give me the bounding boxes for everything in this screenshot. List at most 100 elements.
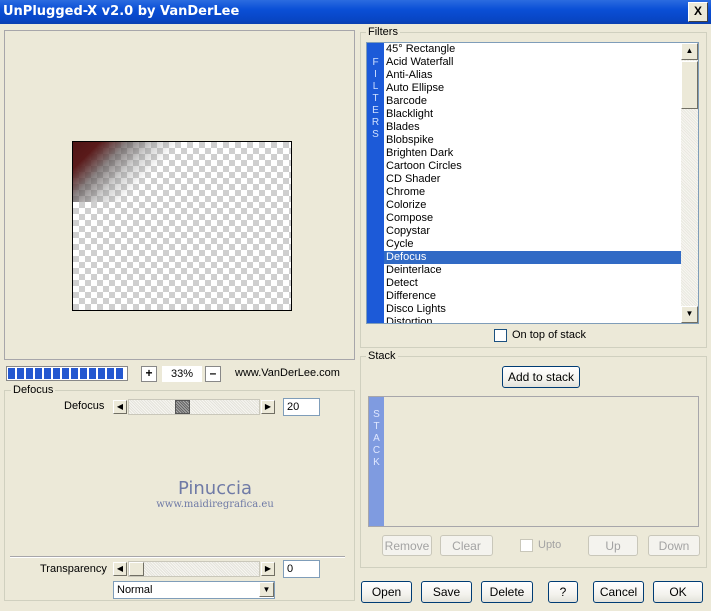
defocus-value-input[interactable]: 20 — [283, 398, 320, 416]
filters-listbox[interactable]: FILTERS 45° Rectangle Acid Waterfall Anti-… — [366, 42, 699, 324]
transparency-value-input[interactable]: 0 — [283, 560, 320, 578]
defocus-slider[interactable] — [128, 399, 260, 415]
filter-item[interactable]: Compose — [384, 212, 681, 225]
filter-item[interactable]: Distortion — [384, 316, 681, 323]
progress-segment — [62, 368, 69, 379]
filters-items: 45° Rectangle Acid Waterfall Anti-Alias Aut… — [384, 43, 681, 323]
defocus-param-label: Defocus — [64, 400, 105, 412]
progress-segment — [71, 368, 78, 379]
filter-item[interactable]: Difference — [384, 290, 681, 303]
filters-strip-letter: I — [374, 69, 377, 80]
filter-item[interactable]: Blobspike — [384, 134, 681, 147]
arrow-down-icon: ▼ — [685, 309, 694, 318]
up-button[interactable]: Up — [588, 535, 638, 556]
filter-item[interactable]: Defocus — [384, 251, 681, 264]
add-to-stack-button[interactable]: Add to stack — [502, 366, 580, 388]
filters-strip: FILTERS — [367, 43, 384, 323]
progress-segment — [98, 368, 105, 379]
stack-strip: STACK — [369, 397, 384, 526]
transparency-slider[interactable] — [128, 561, 260, 577]
filters-strip-letter: R — [371, 117, 380, 128]
filter-item[interactable]: Anti-Alias — [384, 69, 681, 82]
filter-item[interactable]: Deinterlace — [384, 264, 681, 277]
filter-item[interactable]: Brighten Dark — [384, 147, 681, 160]
progress-segment — [44, 368, 51, 379]
remove-button[interactable]: Remove — [382, 535, 432, 556]
title-bar: UnPlugged-X v2.0 by VanDerLee — [0, 0, 711, 24]
progress-segment — [80, 368, 87, 379]
filters-strip-letter: F — [372, 57, 379, 68]
defocus-slider-left[interactable]: ◀ — [113, 400, 127, 414]
filter-item[interactable]: Cycle — [384, 238, 681, 251]
ok-button[interactable]: OK — [653, 581, 703, 603]
filter-item[interactable]: Detect — [384, 277, 681, 290]
defocus-slider-thumb[interactable] — [175, 400, 190, 414]
progress-bar — [6, 366, 128, 381]
zoom-out-button[interactable]: – — [205, 366, 221, 382]
arrow-left-icon: ◀ — [116, 564, 124, 573]
save-button[interactable]: Save — [421, 581, 472, 603]
zoom-in-button[interactable]: + — [141, 366, 157, 382]
transparency-slider-left[interactable]: ◀ — [113, 562, 127, 576]
cancel-button[interactable]: Cancel — [593, 581, 644, 603]
open-button[interactable]: Open — [361, 581, 412, 603]
close-button[interactable]: X — [688, 2, 708, 22]
effect-group-label: Defocus — [11, 384, 56, 396]
progress-segment — [35, 368, 42, 379]
preview-image[interactable] — [72, 141, 292, 311]
filter-item[interactable]: Cartoon Circles — [384, 160, 681, 173]
upto-checkbox[interactable] — [520, 539, 533, 552]
filter-item[interactable]: CD Shader — [384, 173, 681, 186]
filter-item[interactable]: Colorize — [384, 199, 681, 212]
scroll-thumb[interactable] — [681, 61, 698, 109]
progress-segment — [8, 368, 15, 379]
stack-strip-letter: S — [373, 409, 380, 420]
filter-item[interactable]: 45° Rectangle — [384, 43, 681, 56]
filter-item[interactable]: Auto Ellipse — [384, 82, 681, 95]
arrow-up-icon: ▲ — [685, 46, 694, 55]
defocus-slider-right[interactable]: ▶ — [261, 400, 275, 414]
filters-group-label: Filters — [366, 26, 400, 38]
filter-item[interactable]: Blades — [384, 121, 681, 134]
stack-strip-letter: C — [372, 445, 381, 456]
close-icon: X — [693, 4, 702, 18]
arrow-right-icon: ▶ — [264, 402, 272, 411]
scroll-up-button[interactable]: ▲ — [681, 43, 698, 60]
blend-mode-value: Normal — [117, 584, 153, 596]
transparency-slider-right[interactable]: ▶ — [261, 562, 275, 576]
watermark-logo: Pinuccia — [177, 478, 253, 499]
arrow-left-icon: ◀ — [116, 402, 124, 411]
website-link[interactable]: www.VanDerLee.com — [235, 367, 340, 379]
filters-scrollbar[interactable]: ▲ ▼ — [681, 43, 698, 323]
filter-item[interactable]: Acid Waterfall — [384, 56, 681, 69]
stack-listbox[interactable]: STACK — [368, 396, 699, 527]
zoom-value: 33% — [162, 366, 202, 382]
filters-strip-letter: E — [372, 105, 379, 116]
progress-segment — [26, 368, 33, 379]
down-button[interactable]: Down — [648, 535, 700, 556]
stack-group-label: Stack — [366, 350, 398, 362]
blend-mode-select[interactable]: Normal — [113, 581, 275, 599]
stack-strip-letter: K — [373, 457, 380, 468]
on-top-checkbox[interactable] — [494, 329, 507, 342]
filter-item[interactable]: Blacklight — [384, 108, 681, 121]
scroll-down-button[interactable]: ▼ — [681, 306, 698, 323]
filter-item[interactable]: Chrome — [384, 186, 681, 199]
filter-item[interactable]: Barcode — [384, 95, 681, 108]
transparency-label: Transparency — [40, 563, 107, 575]
progress-segment — [89, 368, 96, 379]
filter-item[interactable]: Copystar — [384, 225, 681, 238]
clear-button[interactable]: Clear — [440, 535, 493, 556]
blend-mode-dropdown-button[interactable]: ▼ — [259, 582, 274, 597]
filters-strip-letter: L — [372, 81, 379, 92]
delete-button[interactable]: Delete — [481, 581, 533, 603]
progress-segment — [116, 368, 123, 379]
transparency-slider-thumb[interactable] — [129, 562, 144, 576]
upto-label: Upto — [538, 539, 562, 551]
preview-content — [73, 142, 183, 202]
help-button[interactable]: ? — [548, 581, 578, 603]
on-top-label: On top of stack — [512, 329, 586, 341]
filters-strip-letter: T — [372, 93, 379, 104]
filter-item[interactable]: Disco Lights — [384, 303, 681, 316]
stack-strip-letter: A — [373, 433, 380, 444]
